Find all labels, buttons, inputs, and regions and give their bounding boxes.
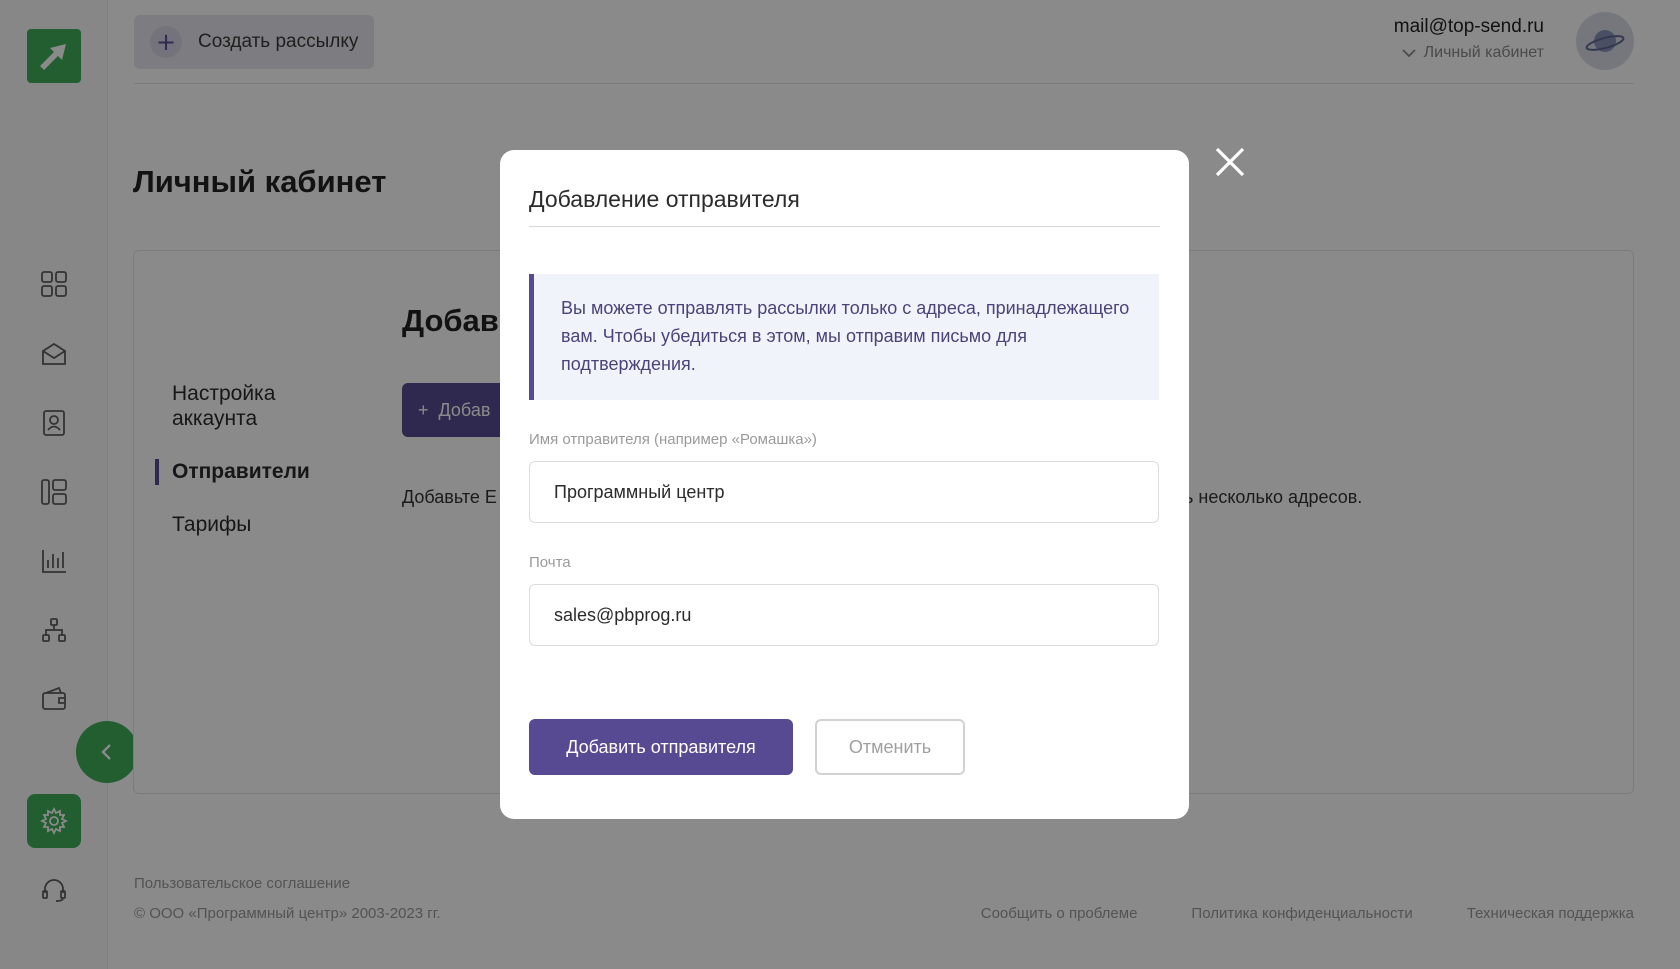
add-sender-button[interactable]: Добавить отправителя [529, 719, 793, 775]
modal-title: Добавление отправителя [529, 186, 800, 212]
modal-divider [529, 226, 1160, 227]
close-icon[interactable] [1213, 145, 1247, 179]
add-sender-modal: Добавление отправителя Вы можете отправл… [500, 150, 1189, 819]
sender-email-input[interactable] [529, 584, 1159, 646]
cancel-button[interactable]: Отменить [815, 719, 965, 775]
sender-email-label: Почта [529, 554, 571, 571]
info-notice: Вы можете отправлять рассылки только с а… [529, 274, 1159, 400]
sender-name-label: Имя отправителя (например «Ромашка») [529, 431, 817, 448]
sender-name-input[interactable] [529, 461, 1159, 523]
